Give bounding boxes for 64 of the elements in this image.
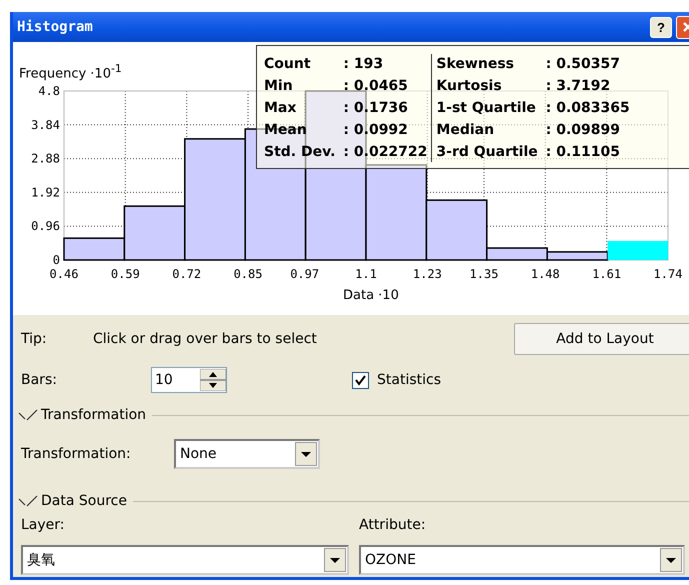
statistics-checkbox[interactable]: [352, 372, 369, 388]
histogram-bar[interactable]: [124, 205, 186, 261]
attribute-dropdown[interactable]: OZONE: [359, 545, 685, 575]
stat-value: : 0.11105: [546, 143, 622, 162]
x-tick-label: 0.97: [290, 267, 320, 281]
tip-label: Tip:: [21, 331, 48, 347]
stat-value: : 0.083365: [546, 99, 630, 118]
stat-label: Kurtosis: [436, 77, 503, 96]
histogram-bar[interactable]: [365, 164, 428, 261]
attribute-label: Attribute:: [359, 517, 427, 533]
statistics-label: Statistics: [377, 372, 441, 388]
stat-value: : 0.022722: [343, 143, 428, 162]
y-tick-label: 1.92: [31, 185, 60, 200]
stat-value: : 0.0465: [343, 77, 409, 96]
x-tick-label: 1.61: [592, 267, 622, 281]
histogram-bar[interactable]: [184, 138, 246, 261]
x-tick-label: 0.85: [234, 267, 262, 281]
y-tick-label: 0: [52, 253, 60, 267]
x-tick-label: 0.46: [50, 267, 78, 281]
bars-label: Bars:: [21, 372, 58, 388]
add-to-layout-button[interactable]: Add to Layout: [514, 323, 689, 355]
stat-label: Mean: [264, 121, 308, 140]
group-title: Transformation: [41, 407, 146, 423]
transformation-label: Transformation:: [21, 446, 132, 462]
stat-label: Min: [264, 77, 294, 96]
histogram-bar[interactable]: [546, 251, 608, 261]
stat-label: Max: [264, 99, 298, 118]
x-tick-label: 1.48: [530, 267, 560, 281]
stat-value: : 0.0992: [343, 121, 409, 140]
stat-value: : 0.09899: [546, 121, 622, 140]
layer-label: Layer:: [21, 517, 66, 533]
stat-label: Skewness: [436, 55, 515, 74]
y-tick-label: 0.96: [31, 219, 60, 234]
bars-spinner[interactable]: 10: [151, 367, 227, 393]
stat-value: : 0.50357: [546, 55, 622, 74]
x-tick-label: 1.74: [654, 267, 682, 281]
group-title: Data Source: [41, 493, 127, 509]
histogram-bar[interactable]: [63, 237, 126, 261]
y-axis-label: Frequency ·10$^{-1}$: [19, 62, 122, 82]
stat-label: Median: [436, 121, 496, 140]
y-tick-label: 2.88: [31, 152, 60, 166]
x-tick-label: 0.59: [110, 267, 140, 281]
stat-value: : 0.1736: [343, 99, 409, 118]
window-title: Histogram: [17, 19, 94, 35]
y-tick-label: 3.84: [31, 118, 60, 132]
stat-label: Std. Dev.: [264, 143, 336, 162]
spin-arrows-icon[interactable]: [200, 369, 226, 391]
tip-text: Click or drag over bars to select: [93, 331, 318, 347]
stat-label: Count: [264, 55, 312, 74]
x-tick-label: 1.1: [355, 267, 377, 281]
histogram-bar[interactable]: [426, 199, 488, 261]
y-tick-label: 4.8: [38, 84, 60, 98]
x-tick-label: 1.23: [412, 267, 442, 281]
histogram-bar[interactable]: [486, 247, 548, 261]
x-axis-label: Data ·10: [343, 288, 399, 303]
stat-value: : 3.7192: [546, 77, 612, 96]
layer-dropdown[interactable]: 臭氧: [21, 545, 349, 575]
x-tick-label: 0.72: [172, 267, 202, 281]
transformation-dropdown[interactable]: None: [174, 439, 320, 469]
stat-value: : 193: [343, 55, 384, 74]
stat-label: 3-rd Quartile: [436, 143, 538, 162]
x-tick-label: 1.35: [470, 267, 498, 281]
stat-label: 1-st Quartile: [436, 99, 537, 118]
help-button[interactable]: ?: [650, 16, 672, 38]
